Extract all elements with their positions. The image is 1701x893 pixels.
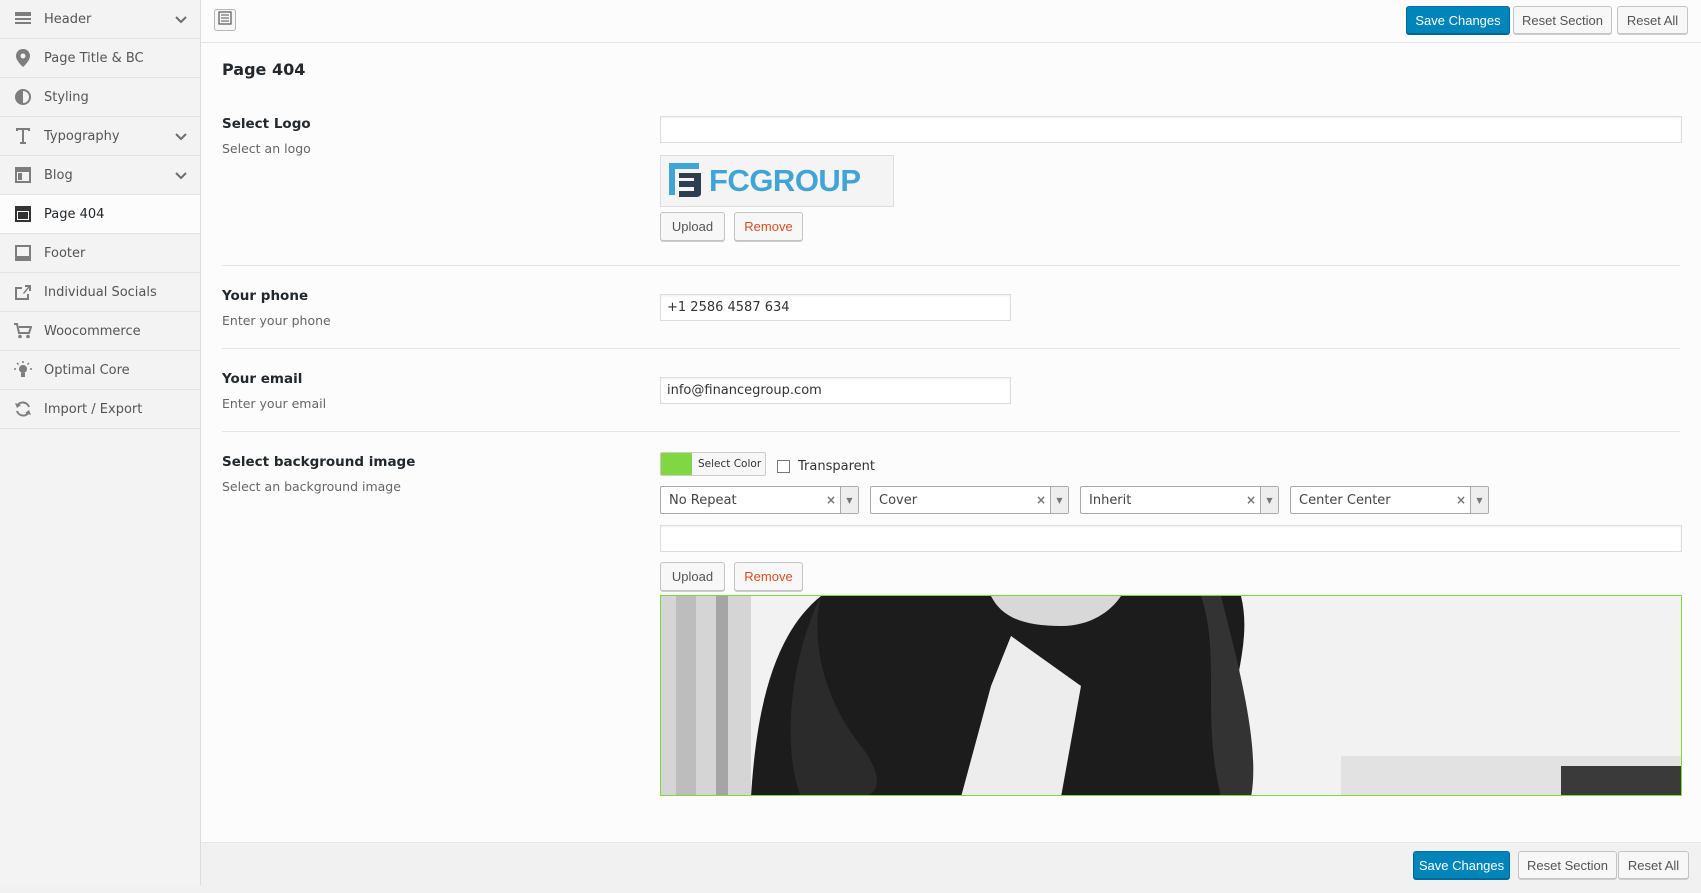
logo-field-title: Select Logo — [222, 116, 311, 132]
chevron-down-icon[interactable] — [173, 128, 189, 144]
background-upload-button[interactable]: Upload — [660, 562, 725, 591]
text-icon — [14, 127, 32, 145]
email-field-title: Your email — [222, 371, 303, 387]
phone-field-desc: Enter your phone — [222, 313, 331, 328]
sidebar-item-label: Footer — [44, 245, 86, 261]
map-pin-icon — [14, 49, 32, 67]
transparent-label: Transparent — [798, 459, 875, 474]
sidebar-nav: Header Page Title & BC Styling Typograph… — [0, 0, 201, 885]
dropdown-arrow-icon[interactable]: ▼ — [1260, 487, 1278, 513]
color-swatch — [661, 453, 692, 475]
email-field-desc: Enter your email — [222, 396, 327, 411]
sidebar-item-page-404[interactable]: Page 404 — [0, 195, 200, 234]
options-panel: Save Changes Reset Section Reset All Pag… — [201, 0, 1701, 893]
page-title: Page 404 — [222, 60, 306, 79]
background-remove-button[interactable]: Remove — [734, 562, 803, 591]
logo-preview: FCGROUP — [660, 155, 894, 207]
sidebar-item-footer[interactable]: Footer — [0, 234, 200, 273]
dropdown-arrow-icon[interactable]: ▼ — [1470, 487, 1488, 513]
phone-field-title: Your phone — [222, 288, 309, 304]
sidebar-item-individual-socials[interactable]: Individual Socials — [0, 273, 200, 312]
background-image-preview — [660, 595, 1682, 796]
sidebar-item-optimal-core[interactable]: Optimal Core — [0, 351, 200, 390]
layout-icon — [14, 205, 32, 223]
sidebar-item-label: Blog — [44, 167, 73, 183]
save-button[interactable]: Save Changes — [1413, 851, 1510, 879]
select-value: Inherit — [1089, 492, 1132, 508]
sidebar-item-label: Woocommerce — [44, 323, 141, 339]
sidebar-item-label: Page 404 — [44, 206, 105, 222]
sidebar-item-label: Import / Export — [44, 401, 143, 417]
background-photo-image — [661, 596, 1681, 795]
share-icon — [14, 283, 32, 301]
logo-upload-button[interactable]: Upload — [660, 212, 725, 241]
list-icon — [218, 11, 232, 29]
cart-icon — [14, 322, 32, 340]
color-picker-label: Select Color — [698, 458, 762, 470]
clear-icon[interactable]: × — [826, 493, 836, 507]
refresh-icon — [14, 400, 32, 418]
chevron-down-icon[interactable] — [173, 167, 189, 183]
reset-all-button[interactable]: Reset All — [1618, 851, 1689, 879]
background-attachment-select[interactable]: Inherit × ▼ — [1080, 486, 1279, 514]
sidebar-item-label: Optimal Core — [44, 362, 130, 378]
logo-remove-button[interactable]: Remove — [734, 212, 803, 241]
background-repeat-select[interactable]: No Repeat × ▼ — [660, 486, 859, 514]
lightbulb-icon — [14, 361, 32, 379]
page-bottom-strip — [0, 885, 1701, 893]
sidebar-item-styling[interactable]: Styling — [0, 78, 200, 117]
background-field-title: Select background image — [222, 454, 416, 470]
clear-icon[interactable]: × — [1036, 493, 1046, 507]
sidebar-item-blog[interactable]: Blog — [0, 156, 200, 195]
divider — [222, 265, 1680, 266]
reset-section-button[interactable]: Reset Section — [1518, 851, 1617, 879]
background-url-input[interactable] — [660, 525, 1682, 552]
sidebar-item-import-export[interactable]: Import / Export — [0, 390, 200, 429]
bottom-toolbar: Save Changes Reset Section Reset All — [201, 842, 1701, 885]
background-field-desc: Select an background image — [222, 479, 401, 494]
transparent-checkbox[interactable] — [777, 460, 790, 473]
clear-icon[interactable]: × — [1246, 493, 1256, 507]
reset-all-button[interactable]: Reset All — [1617, 6, 1688, 34]
dropdown-arrow-icon[interactable]: ▼ — [1050, 487, 1068, 513]
phone-input[interactable]: +1 2586 4587 634 — [660, 294, 1011, 321]
sidebar-item-label: Individual Socials — [44, 284, 157, 300]
header-icon — [14, 10, 32, 28]
divider — [222, 348, 1680, 349]
sidebar-item-label: Styling — [44, 89, 89, 105]
sidebar-item-typography[interactable]: Typography — [0, 117, 200, 156]
color-picker-button[interactable]: Select Color — [660, 452, 766, 476]
sidebar-item-woocommerce[interactable]: Woocommerce — [0, 312, 200, 351]
select-value: Cover — [879, 492, 918, 508]
divider — [222, 431, 1680, 432]
layout-icon — [14, 166, 32, 184]
sidebar-item-label: Header — [44, 11, 92, 27]
email-input[interactable]: info@financegroup.com — [660, 377, 1011, 404]
reset-section-button[interactable]: Reset Section — [1513, 6, 1612, 34]
sidebar-item-label: Typography — [44, 128, 120, 144]
expand-options-toggle[interactable] — [214, 9, 236, 31]
logo-mark-icon — [665, 159, 705, 203]
clear-icon[interactable]: × — [1456, 493, 1466, 507]
layout-icon — [14, 244, 32, 262]
contrast-icon — [14, 88, 32, 106]
save-button[interactable]: Save Changes — [1406, 6, 1510, 34]
chevron-down-icon[interactable] — [173, 11, 189, 27]
background-size-select[interactable]: Cover × ▼ — [870, 486, 1069, 514]
logo-field-desc: Select an logo — [222, 141, 311, 156]
select-value: No Repeat — [669, 492, 737, 508]
logo-url-input[interactable] — [660, 116, 1682, 143]
select-value: Center Center — [1299, 492, 1391, 508]
dropdown-arrow-icon[interactable]: ▼ — [840, 487, 858, 513]
background-position-select[interactable]: Center Center × ▼ — [1290, 486, 1489, 514]
sidebar-item-page-title[interactable]: Page Title & BC — [0, 39, 200, 78]
sidebar-item-header[interactable]: Header — [0, 0, 200, 39]
sidebar-item-label: Page Title & BC — [44, 50, 144, 66]
logo-preview-text: FCGROUP — [709, 163, 861, 198]
top-toolbar: Save Changes Reset Section Reset All — [201, 0, 1701, 43]
